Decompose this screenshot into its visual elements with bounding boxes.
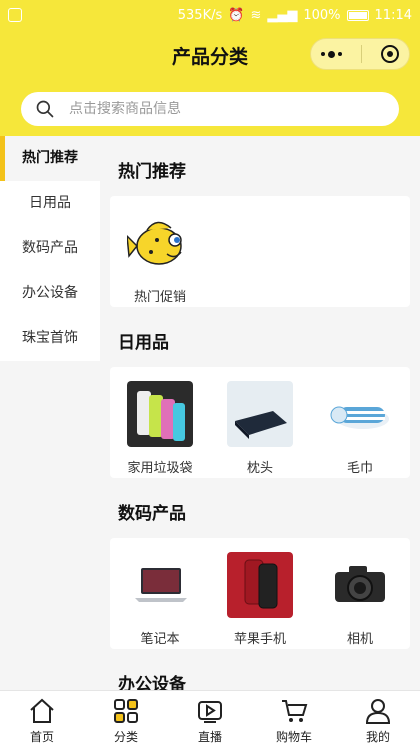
category-sidebar: 热门推荐 日用品 数码产品 办公设备 珠宝首饰 [0, 136, 100, 361]
product-item-hot-promo[interactable]: 热门促销 [110, 210, 210, 305]
tab-live[interactable]: 直播 [168, 691, 252, 747]
section-title-digital: 数码产品 [118, 504, 186, 524]
status-bar-right: 535K/s ⏰ ≋ ▂▄▆ 100% 11:14 [178, 8, 412, 23]
tab-cart[interactable]: 购物车 [252, 691, 336, 747]
battery-icon [346, 9, 369, 21]
section-card-hot: 热门促销 [110, 196, 410, 307]
product-label: 相机 [346, 632, 373, 647]
sidebar-item-hot[interactable]: 热门推荐 [0, 136, 100, 181]
search-box[interactable] [21, 92, 399, 126]
sidebar-item-office[interactable]: 办公设备 [0, 271, 100, 316]
product-label: 苹果手机 [233, 632, 286, 647]
product-label: 热门促销 [133, 290, 186, 305]
section-title-office: 办公设备 [118, 675, 186, 690]
iphone-image [227, 552, 293, 618]
search-icon [36, 100, 54, 118]
wifi-icon: ≋ [250, 7, 262, 23]
close-target-icon[interactable] [381, 45, 400, 63]
more-menu-icon[interactable] [320, 50, 342, 58]
sidebar-item-daily[interactable]: 日用品 [0, 181, 100, 226]
network-speed: 535K/s [177, 7, 223, 23]
pillow-image [227, 381, 293, 447]
header: 产品分类 [0, 30, 420, 82]
product-item-laptop[interactable]: 笔记本 [110, 552, 210, 647]
notification-icon [8, 8, 22, 22]
product-item-towel[interactable]: 毛巾 [310, 381, 410, 476]
camera-image [327, 552, 393, 618]
cart-icon [282, 700, 308, 722]
capsule-divider [360, 45, 362, 63]
section-title-daily: 日用品 [118, 333, 169, 353]
product-item-iphone[interactable]: 苹果手机 [210, 552, 310, 647]
mini-program-capsule [310, 38, 410, 70]
tab-profile[interactable]: 我的 [336, 691, 420, 747]
tab-label: 购物车 [275, 730, 312, 744]
signal-icon: ▂▄▆ [267, 7, 298, 23]
tab-category[interactable]: 分类 [84, 691, 168, 747]
product-label: 毛巾 [346, 461, 373, 476]
tab-label: 首页 [29, 730, 54, 744]
battery-percent: 100% [303, 7, 341, 23]
profile-icon [365, 699, 391, 724]
bottom-tab-bar: 首页 分类 直播 购物车 我的 [0, 690, 420, 747]
category-content: 热门推荐 热门促销 日用品 家用垃圾袋 枕头 毛巾 数码产品 笔记本 苹果手机 … [100, 136, 420, 690]
tab-home[interactable]: 首页 [0, 691, 84, 747]
tab-label: 我的 [365, 730, 390, 744]
status-bar: 535K/s ⏰ ≋ ▂▄▆ 100% 11:14 [0, 0, 420, 30]
fish-mascot-icon [127, 210, 193, 276]
garbage-bags-image [127, 381, 193, 447]
tab-label: 分类 [113, 730, 138, 744]
section-title-hot: 热门推荐 [118, 162, 186, 182]
product-label: 笔记本 [140, 632, 180, 647]
product-item-pillow[interactable]: 枕头 [210, 381, 310, 476]
product-label: 枕头 [246, 461, 273, 476]
product-item-garbage-bags[interactable]: 家用垃圾袋 [110, 381, 210, 476]
laptop-image [127, 552, 193, 618]
clock: 11:14 [374, 7, 412, 23]
tab-label: 直播 [197, 730, 222, 744]
section-card-digital: 笔记本 苹果手机 相机 [110, 538, 410, 649]
sidebar-item-jewelry[interactable]: 珠宝首饰 [0, 316, 100, 361]
live-play-icon [198, 701, 222, 723]
product-item-camera[interactable]: 相机 [310, 552, 410, 647]
section-card-daily: 家用垃圾袋 枕头 毛巾 [110, 367, 410, 478]
home-icon [30, 698, 54, 723]
alarm-icon: ⏰ [228, 7, 245, 23]
search-input[interactable] [69, 101, 369, 117]
category-grid-icon [114, 699, 138, 723]
search-bar-area [0, 82, 420, 136]
towel-image [327, 381, 393, 447]
product-label: 家用垃圾袋 [127, 461, 193, 476]
sidebar-item-digital[interactable]: 数码产品 [0, 226, 100, 271]
